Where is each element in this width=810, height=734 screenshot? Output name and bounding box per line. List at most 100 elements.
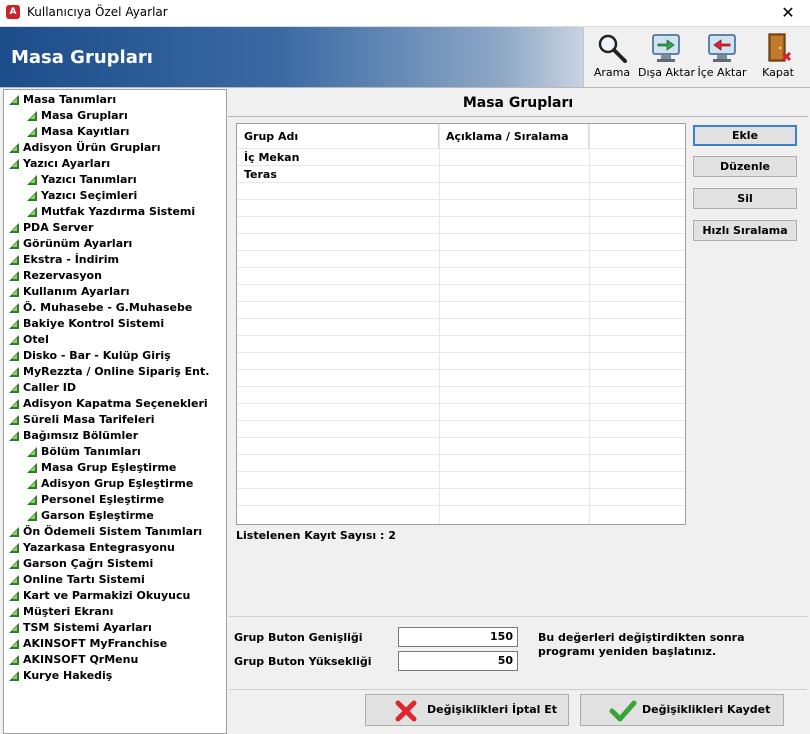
- width-input[interactable]: 150: [398, 627, 518, 647]
- tree-item-label: MyRezzta / Online Sipariş Ent.: [23, 365, 210, 378]
- column-header-group-name[interactable]: Grup Adı: [237, 124, 439, 148]
- height-label: Grup Buton Yüksekliği: [234, 655, 372, 668]
- tree-node-icon-highlight: [12, 306, 17, 311]
- tree-node-icon-highlight: [30, 210, 35, 215]
- tree-item-label: Bakiye Kontrol Sistemi: [23, 317, 165, 330]
- tree-node-icon-highlight: [30, 466, 35, 471]
- tree-node-icon-highlight: [12, 274, 17, 279]
- width-label: Grup Buton Genişliği: [234, 631, 363, 644]
- table-row[interactable]: İç Mekan: [237, 149, 685, 166]
- tree-node-icon-highlight: [30, 498, 35, 503]
- edit-button[interactable]: Düzenle: [693, 156, 797, 177]
- tree-node-icon-highlight: [12, 546, 17, 551]
- tree-node-icon-highlight: [12, 610, 17, 615]
- record-count: Listelenen Kayıt Sayısı : 2: [236, 529, 396, 542]
- close-icon[interactable]: ✕: [766, 0, 810, 26]
- tree-node-icon-highlight: [12, 258, 17, 263]
- row-divider: [237, 420, 685, 421]
- tree-item-label: AKINSOFT QrMenu: [23, 653, 139, 666]
- green-check-icon: [609, 700, 637, 722]
- row-divider: [237, 267, 685, 268]
- tree-node-icon-highlight: [12, 626, 17, 631]
- title-bar: A Kullanıcıya Özel Ayarlar ✕: [0, 0, 810, 27]
- tree-node-icon-highlight: [12, 98, 17, 103]
- groups-table[interactable]: Grup Adı Açıklama / Sıralama İç Mekan Ter…: [236, 123, 686, 525]
- row-divider: [237, 403, 685, 404]
- header-banner: Masa Grupları Arama Dışa Aktar İçe Aktar…: [0, 27, 810, 88]
- tree-node-icon-highlight: [12, 290, 17, 295]
- table-header: Grup Adı Açıklama / Sıralama: [237, 124, 685, 148]
- row-divider: [237, 352, 685, 353]
- import-icon: [708, 34, 736, 62]
- exit-door-icon: [768, 33, 792, 62]
- close-button[interactable]: Kapat: [750, 27, 806, 87]
- column-header-description[interactable]: Açıklama / Sıralama: [439, 124, 589, 148]
- tree-node-icon-highlight: [12, 370, 17, 375]
- tree-node-icon-highlight: [12, 322, 17, 327]
- tree-node-icon-highlight: [12, 146, 17, 151]
- tree-item-label: Yazarkasa Entegrasyonu: [23, 541, 175, 554]
- height-input[interactable]: 50: [398, 651, 518, 671]
- save-changes-button[interactable]: Değişiklikleri Kaydet: [580, 694, 784, 726]
- row-divider: [237, 199, 685, 200]
- search-button[interactable]: Arama: [584, 27, 640, 87]
- tree-item-label: Adisyon Grup Eşleştirme: [41, 477, 194, 490]
- quick-sort-button[interactable]: Hızlı Sıralama: [693, 220, 797, 241]
- tree-node-icon-highlight: [12, 354, 17, 359]
- tree-item-label: Caller ID: [23, 381, 76, 394]
- app-logo-icon: A: [6, 5, 20, 19]
- tree-node-icon-highlight: [30, 514, 35, 519]
- tree-node-icon-highlight: [12, 578, 17, 583]
- row-divider: [237, 488, 685, 489]
- table-row[interactable]: Teras: [237, 166, 685, 183]
- column-divider: [589, 124, 590, 524]
- tree-node-icon-highlight: [12, 386, 17, 391]
- tree-node-icon-highlight: [12, 162, 17, 167]
- row-divider: [237, 471, 685, 472]
- page-title: Masa Grupları: [11, 47, 153, 68]
- tree-item-label: TSM Sistemi Ayarları: [23, 621, 152, 634]
- tree-node-icon-highlight: [12, 434, 17, 439]
- tree-node-icon-highlight: [30, 194, 35, 199]
- tree-node-icon-highlight: [12, 226, 17, 231]
- tree-item-label: Yazıcı Seçimleri: [41, 189, 138, 202]
- restart-note: Bu değerleri değiştirdikten sonra progra…: [538, 631, 745, 658]
- close-button-label: Kapat: [762, 66, 794, 79]
- tree-item-label: Personel Eşleştirme: [41, 493, 165, 506]
- tree-item-label: Ö. Muhasebe - G.Muhasebe: [23, 301, 193, 314]
- row-divider: [237, 369, 685, 370]
- cancel-changes-label: Değişiklikleri İptal Et: [427, 703, 558, 716]
- window-title: Kullanıcıya Özel Ayarlar: [27, 5, 168, 19]
- cancel-changes-button[interactable]: Değişiklikleri İptal Et: [365, 694, 569, 726]
- table-cell: İç Mekan: [244, 151, 300, 164]
- tree-item-label: Ekstra - İndirim: [23, 253, 119, 266]
- toolbar: Arama Dışa Aktar İçe Aktar Kapat: [583, 27, 810, 87]
- save-changes-label: Değişiklikleri Kaydet: [642, 703, 771, 716]
- row-divider: [237, 437, 685, 438]
- tree-node-icon-highlight: [30, 130, 35, 135]
- tree-item-label: PDA Server: [23, 221, 94, 234]
- delete-button[interactable]: Sil: [693, 188, 797, 209]
- column-divider: [439, 124, 440, 524]
- row-divider: [237, 233, 685, 234]
- column-header-extra[interactable]: [589, 124, 685, 148]
- tree-item-label: Rezervasyon: [23, 269, 102, 282]
- add-button[interactable]: Ekle: [693, 125, 797, 146]
- export-button-label: Dışa Aktar: [638, 66, 695, 79]
- tree-item-label: Süreli Masa Tarifeleri: [23, 413, 155, 426]
- tree-item-label: Masa Grup Eşleştirme: [41, 461, 177, 474]
- tree-item-label: AKINSOFT MyFranchise: [23, 637, 168, 650]
- settings-tree: Masa Tanımları Masa Grupları Masa Kayıtlar…: [3, 89, 227, 734]
- red-x-icon: [395, 700, 417, 722]
- tree-item-label: Adisyon Ürün Grupları: [23, 141, 161, 154]
- tree-node-icon-highlight: [12, 594, 17, 599]
- tree-item-label: Bağımsız Bölümler: [23, 429, 139, 442]
- tree-node-icon-highlight: [12, 674, 17, 679]
- tree-node-icon-highlight: [12, 658, 17, 663]
- export-button[interactable]: Dışa Aktar: [638, 27, 695, 87]
- table-cell: Teras: [244, 168, 277, 181]
- tree-item-label: Masa Tanımları: [23, 93, 117, 106]
- import-button[interactable]: İçe Aktar: [694, 27, 750, 87]
- tree-item-label: Masa Grupları: [41, 109, 128, 122]
- tree-node-icon-highlight: [30, 178, 35, 183]
